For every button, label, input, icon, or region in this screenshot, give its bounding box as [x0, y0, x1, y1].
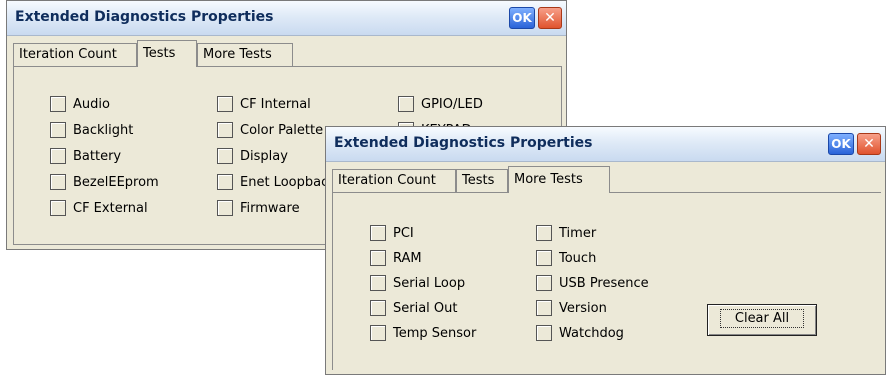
tab-panel-more-tests: PCI RAM Serial Loop Serial Out Temp Sens…: [332, 192, 881, 370]
checkbox-label: Temp Sensor: [393, 326, 477, 341]
checkbox-box[interactable]: [217, 122, 233, 138]
checkbox-label: PCI: [393, 226, 414, 241]
checkbox-box[interactable]: [217, 200, 233, 216]
checkbox-label: CF External: [73, 201, 148, 216]
title-bar: Extended Diagnostics Properties OK ✕: [326, 127, 885, 162]
checkbox-box[interactable]: [398, 96, 414, 112]
checkbox-box[interactable]: [536, 325, 552, 341]
checkbox-label: Firmware: [240, 201, 300, 216]
checkbox-label: Backlight: [73, 123, 134, 138]
close-icon: ✕: [544, 10, 556, 26]
front-dialog: Extended Diagnostics Properties OK ✕ Ite…: [325, 126, 886, 375]
checkbox-box[interactable]: [536, 275, 552, 291]
checkbox-box[interactable]: [217, 174, 233, 190]
checkbox-label: Version: [559, 301, 607, 316]
checkbox-label: Watchdog: [559, 326, 624, 341]
checkbox-box[interactable]: [217, 96, 233, 112]
checkbox-box[interactable]: [370, 300, 386, 316]
checkbox-label: RAM: [393, 251, 422, 266]
checkbox-box[interactable]: [50, 174, 66, 190]
checkbox-box[interactable]: [536, 225, 552, 241]
checkbox-label: Display: [240, 149, 288, 164]
checkbox-box[interactable]: [370, 275, 386, 291]
dialog-title: Extended Diagnostics Properties: [15, 9, 274, 25]
tab-more-tests[interactable]: More Tests: [197, 43, 293, 66]
checkbox-label: Touch: [559, 251, 597, 266]
tab-tests[interactable]: Tests: [456, 169, 508, 192]
checkbox-box[interactable]: [370, 225, 386, 241]
clear-all-label: Clear All: [719, 309, 805, 328]
tab-more-tests[interactable]: More Tests: [508, 166, 610, 193]
checkbox-label: USB Presence: [559, 276, 649, 291]
checkbox-label: Color Palette: [240, 123, 324, 138]
checkbox-label: Serial Out: [393, 301, 458, 316]
checkbox-box[interactable]: [50, 148, 66, 164]
checkbox-box[interactable]: [536, 300, 552, 316]
ok-button[interactable]: OK: [828, 133, 854, 155]
ok-button[interactable]: OK: [509, 7, 535, 29]
checkbox-label: Enet Loopbac: [240, 175, 329, 190]
close-button[interactable]: ✕: [857, 133, 881, 155]
checkbox-label: CF Internal: [240, 97, 311, 112]
checkbox-label: Battery: [73, 149, 122, 164]
checkbox-box[interactable]: [217, 148, 233, 164]
checkbox-box[interactable]: [536, 250, 552, 266]
checkbox-box[interactable]: [370, 250, 386, 266]
checkbox-label: GPIO/LED: [421, 97, 483, 112]
checkbox-label: Audio: [73, 97, 110, 112]
tab-iteration-count[interactable]: Iteration Count: [332, 169, 456, 192]
close-icon: ✕: [863, 136, 875, 152]
checkbox-label: BezelEEprom: [73, 175, 159, 190]
checkbox-label: Timer: [559, 226, 597, 241]
checkbox-box[interactable]: [50, 200, 66, 216]
close-button[interactable]: ✕: [538, 7, 562, 29]
tab-tests[interactable]: Tests: [137, 40, 197, 67]
clear-all-button[interactable]: Clear All: [707, 304, 817, 336]
checkbox-label: Serial Loop: [393, 276, 466, 291]
checkbox-box[interactable]: [50, 122, 66, 138]
dialog-title: Extended Diagnostics Properties: [334, 135, 593, 151]
checkbox-box[interactable]: [50, 96, 66, 112]
checkbox-box[interactable]: [370, 325, 386, 341]
tab-iteration-count[interactable]: Iteration Count: [13, 43, 137, 66]
title-bar: Extended Diagnostics Properties OK ✕: [7, 1, 566, 36]
